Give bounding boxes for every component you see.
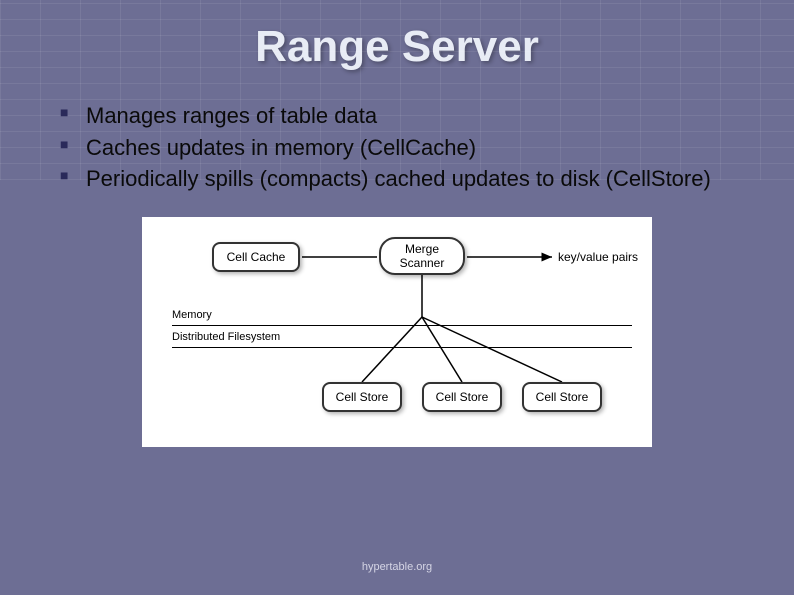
fs-label: Distributed Filesystem — [172, 331, 280, 343]
footer-text: hypertable.org — [0, 561, 794, 573]
architecture-diagram: Cell Cache Merge Scanner key/value pairs… — [142, 217, 652, 447]
output-label: key/value pairs — [558, 250, 638, 264]
cell-store-box: Cell Store — [522, 382, 602, 412]
memory-divider — [172, 325, 632, 326]
bullet-item: Periodically spills (compacts) cached up… — [60, 165, 744, 193]
bullet-list: Manages ranges of table data Caches upda… — [60, 102, 744, 193]
slide-title: Range Server — [0, 0, 794, 72]
merge-scanner-box: Merge Scanner — [379, 237, 465, 275]
fs-divider — [172, 347, 632, 348]
cell-cache-box: Cell Cache — [212, 242, 300, 272]
bullet-item: Caches updates in memory (CellCache) — [60, 134, 744, 162]
cell-store-box: Cell Store — [422, 382, 502, 412]
bullet-item: Manages ranges of table data — [60, 102, 744, 130]
cell-store-box: Cell Store — [322, 382, 402, 412]
memory-label: Memory — [172, 309, 212, 321]
